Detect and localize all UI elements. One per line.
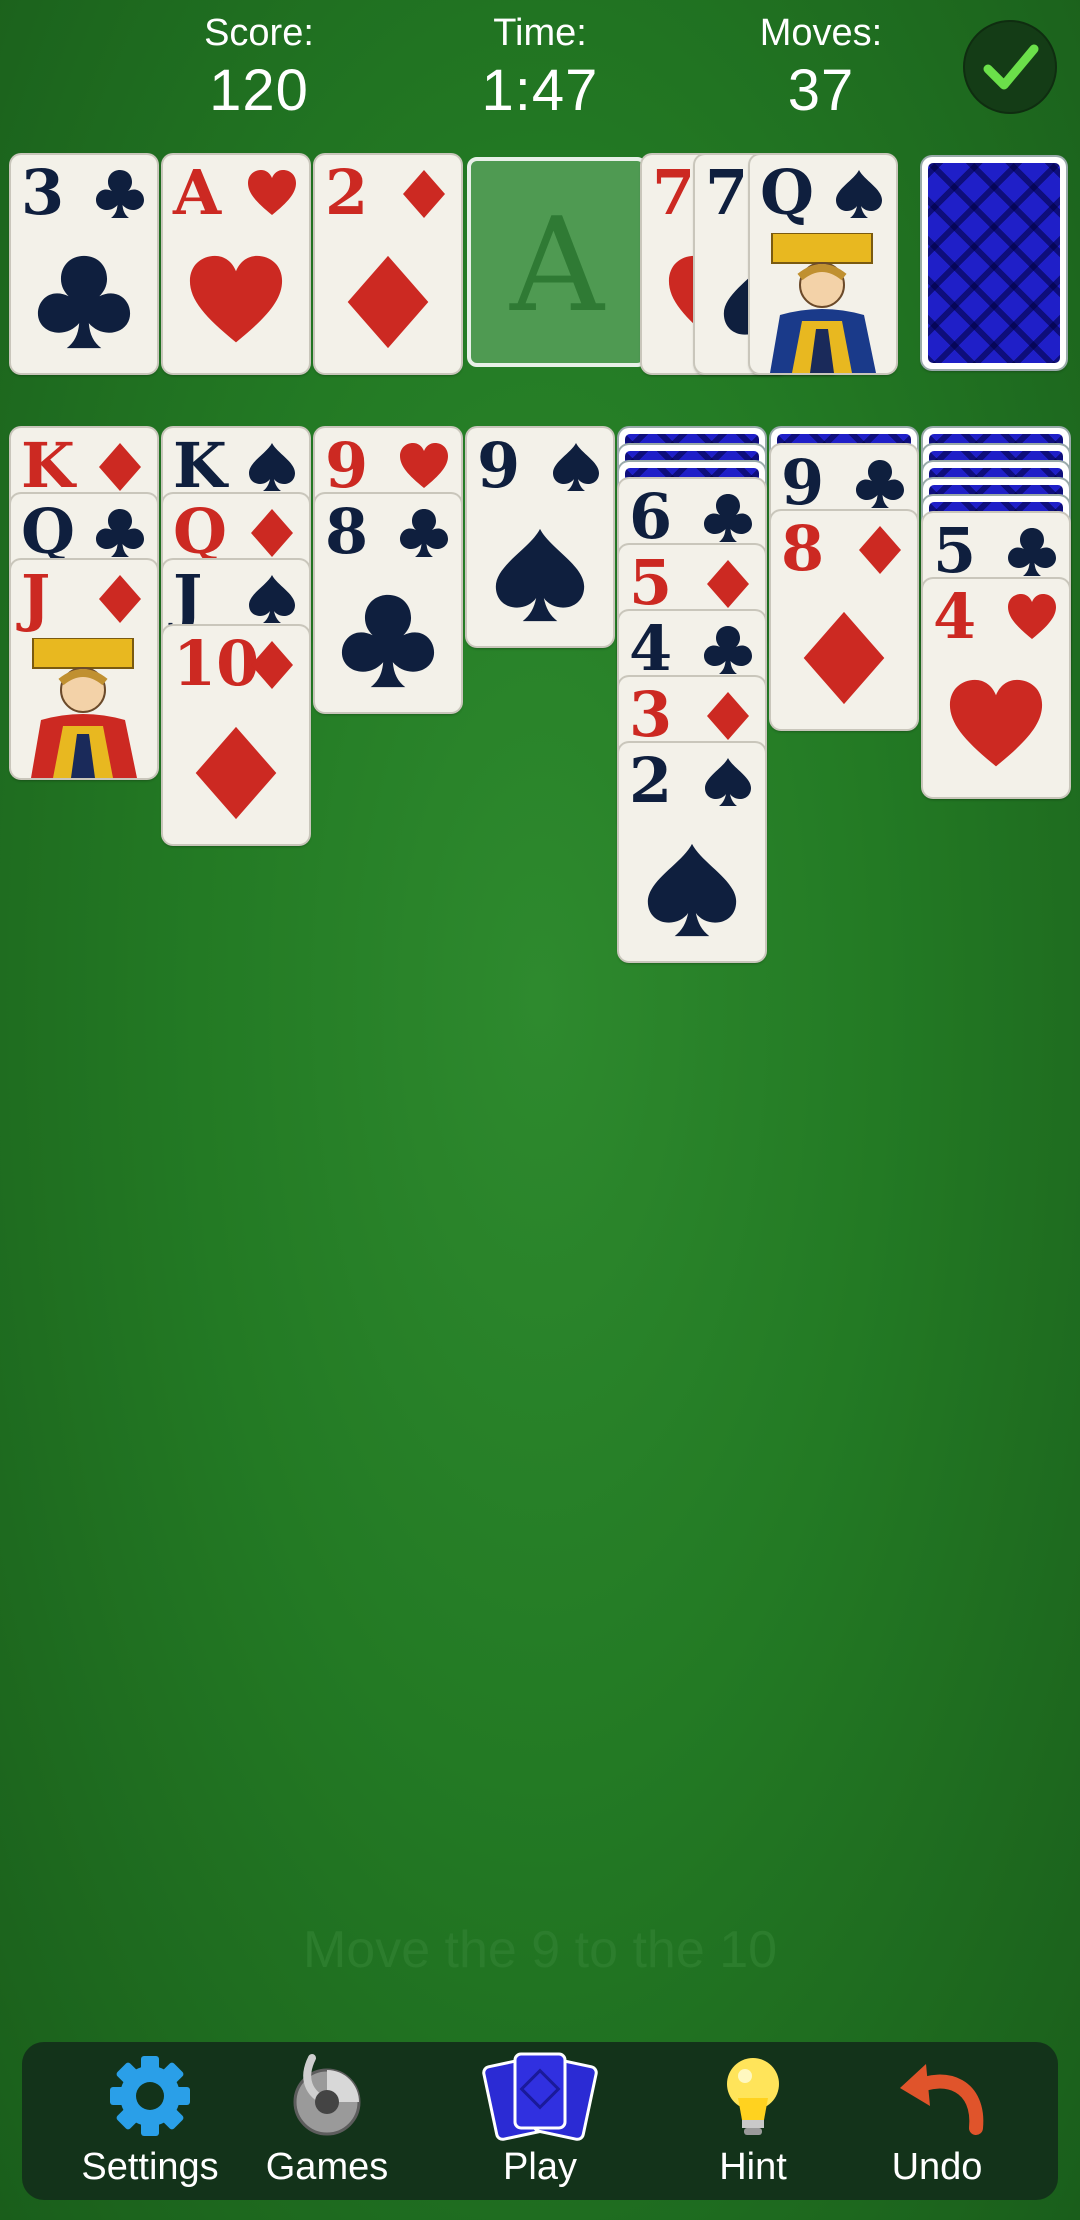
tableau-card[interactable]: 10 xyxy=(163,626,309,844)
moves-label: Moves: xyxy=(759,12,883,54)
settings-button[interactable]: Settings xyxy=(65,2042,235,2200)
card-rank: 2 xyxy=(325,156,369,229)
time-value: 1:47 xyxy=(481,58,599,123)
gear-icon xyxy=(65,2050,235,2142)
card-rank: 9 xyxy=(477,429,521,502)
diamond-icon xyxy=(803,611,885,705)
club-icon xyxy=(704,626,752,674)
spade-icon xyxy=(836,170,882,218)
heart-icon xyxy=(189,255,283,343)
bottom-toolbar: Settings Games Play Hint Undo xyxy=(22,2042,1058,2200)
heart-icon xyxy=(1008,594,1056,639)
undo-arrow-icon xyxy=(852,2050,1022,2142)
club-icon xyxy=(37,255,131,349)
games-label: Games xyxy=(265,2146,389,2188)
tableau-card[interactable]: 8 xyxy=(771,511,917,729)
time-display: Time: 1:47 xyxy=(430,10,650,126)
score-label: Score: xyxy=(204,12,314,54)
moves-display: Moves: 37 xyxy=(711,10,931,126)
diamond-icon xyxy=(347,255,429,349)
spade-icon xyxy=(249,443,295,491)
lightbulb-icon xyxy=(668,2050,838,2142)
diamond-icon xyxy=(251,509,293,557)
diamond-icon xyxy=(251,641,293,689)
auto-complete-button[interactable] xyxy=(963,20,1057,114)
play-button[interactable]: Play xyxy=(455,2042,625,2200)
card-back-pattern xyxy=(928,163,1060,363)
games-icon xyxy=(242,2050,412,2142)
time-label: Time: xyxy=(493,12,587,54)
spade-icon xyxy=(249,575,295,623)
diamond-icon xyxy=(99,575,141,623)
foundation-card[interactable]: 3 xyxy=(11,155,157,373)
play-cards-icon xyxy=(455,2050,625,2142)
card-rank: 8 xyxy=(325,495,369,568)
club-icon xyxy=(96,509,144,557)
heart-icon xyxy=(400,443,448,488)
play-label: Play xyxy=(503,2146,577,2188)
diamond-icon xyxy=(707,560,749,608)
club-icon xyxy=(341,594,435,688)
card-rank: 7 xyxy=(705,156,749,229)
club-icon xyxy=(856,460,904,508)
checkmark-icon xyxy=(983,44,1039,90)
games-button[interactable]: Games xyxy=(242,2042,412,2200)
spade-icon xyxy=(553,443,599,491)
spade-icon xyxy=(705,758,751,806)
foundation-card[interactable]: A xyxy=(163,155,309,373)
moves-value: 37 xyxy=(787,58,855,123)
settings-label: Settings xyxy=(81,2146,219,2188)
tableau-card[interactable]: 4 xyxy=(923,579,1069,797)
diamond-icon xyxy=(403,170,445,218)
club-icon xyxy=(96,170,144,218)
tableau-card[interactable]: J xyxy=(11,560,157,778)
hint-label: Hint xyxy=(719,2146,787,2188)
undo-button[interactable]: Undo xyxy=(852,2042,1022,2200)
score-display: Score: 120 xyxy=(149,10,369,126)
card-rank: 8 xyxy=(781,512,825,585)
stock-pile[interactable] xyxy=(922,157,1066,369)
undo-label: Undo xyxy=(891,2146,983,2188)
club-icon xyxy=(1008,528,1056,576)
spade-icon xyxy=(647,843,737,937)
tableau-card[interactable]: 2 xyxy=(619,743,765,961)
foundation-card[interactable]: 2 xyxy=(315,155,461,373)
card-rank: 3 xyxy=(21,156,65,229)
card-rank: 7 xyxy=(652,156,696,229)
club-icon xyxy=(704,494,752,542)
diamond-icon xyxy=(707,692,749,740)
waste-card[interactable]: Q xyxy=(750,155,896,373)
spade-icon xyxy=(495,528,585,622)
diamond-icon xyxy=(195,726,277,820)
empty-foundation-slot[interactable]: A xyxy=(467,157,647,367)
tableau-card[interactable]: 9 xyxy=(467,428,613,646)
jack-portrait xyxy=(31,638,137,778)
heart-icon xyxy=(248,170,296,215)
club-icon xyxy=(400,509,448,557)
card-rank: J xyxy=(21,561,51,634)
diamond-icon xyxy=(859,526,901,574)
score-value: 120 xyxy=(209,58,309,123)
heart-icon xyxy=(949,679,1043,767)
tableau-card[interactable]: 8 xyxy=(315,494,461,712)
diamond-icon xyxy=(99,443,141,491)
card-rank: 2 xyxy=(629,744,673,817)
empty-foundation-label: A xyxy=(510,189,604,341)
card-rank: A xyxy=(173,156,222,229)
card-rank: Q xyxy=(760,156,815,229)
card-rank: 4 xyxy=(933,580,977,653)
hint-button[interactable]: Hint xyxy=(668,2042,838,2200)
queen-portrait xyxy=(770,233,876,373)
hint-message: Move the 9 to the 10 xyxy=(302,1921,778,1979)
